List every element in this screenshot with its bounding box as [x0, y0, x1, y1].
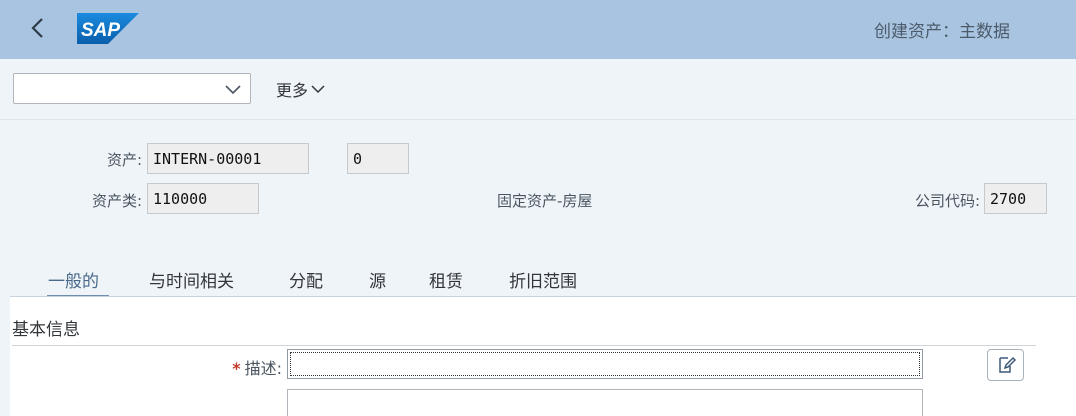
asset-class-description: 固定资产-房屋: [497, 192, 593, 210]
required-marker: *: [232, 359, 241, 378]
description-input[interactable]: [287, 349, 923, 379]
section-divider: [12, 345, 1036, 346]
toolbar: 更多: [0, 59, 1076, 119]
sap-logo-text: SAP: [81, 20, 120, 41]
chevron-down-icon: [225, 85, 241, 95]
edit-note-icon: [998, 356, 1016, 373]
description-label: * 描述:: [170, 355, 282, 379]
company-code-label: 公司代码:: [914, 192, 980, 210]
asset-class-field[interactable]: 110000: [147, 183, 259, 214]
chevron-left-icon: [31, 18, 43, 38]
tab-leasing[interactable]: 租赁: [429, 267, 463, 292]
tab-content: 基本信息 * 描述:: [10, 297, 1076, 416]
tab-depreciation-areas[interactable]: 折旧范围: [509, 267, 577, 292]
asset-subnumber-field[interactable]: 0: [347, 143, 409, 174]
section-title: 基本信息: [12, 320, 80, 340]
sap-logo[interactable]: SAP: [77, 13, 139, 44]
toolbar-divider: [0, 119, 1076, 120]
asset-field[interactable]: INTERN-00001: [147, 143, 309, 174]
company-code-field[interactable]: 2700: [984, 183, 1047, 214]
shell-bar: SAP 创建资产：主数据: [0, 0, 1076, 59]
tab-assignment[interactable]: 分配: [289, 267, 323, 292]
chevron-down-icon: [311, 85, 325, 94]
back-button[interactable]: [24, 12, 54, 46]
description-label-text: 描述:: [244, 359, 282, 378]
asset-class-label: 资产类:: [91, 192, 142, 210]
command-select[interactable]: [13, 73, 251, 104]
description-input-line2[interactable]: [287, 389, 923, 416]
more-button[interactable]: 更多: [276, 77, 326, 101]
tab-origin[interactable]: 源: [369, 267, 386, 292]
asset-label: 资产:: [106, 151, 142, 169]
long-text-button[interactable]: [987, 349, 1024, 381]
tab-bar: 一般的 与时间相关 分配 源 租赁 折旧范围: [0, 262, 1076, 298]
page-title: 创建资产：主数据: [874, 22, 1010, 42]
tab-time-dependent[interactable]: 与时间相关: [149, 267, 234, 292]
tab-general[interactable]: 一般的: [48, 267, 99, 292]
more-label: 更多: [276, 81, 309, 100]
